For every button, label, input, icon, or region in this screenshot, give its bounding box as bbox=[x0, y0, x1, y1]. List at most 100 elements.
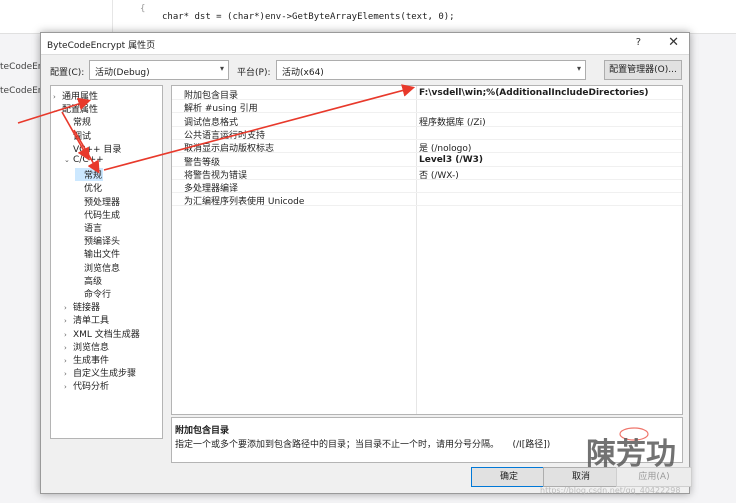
tree-item[interactable]: VC++ 目录 bbox=[64, 142, 121, 155]
tree-item[interactable]: › 通用属性 bbox=[53, 89, 98, 102]
platform-select-value: 活动(x64) bbox=[282, 68, 324, 78]
property-row[interactable]: 将警告视为错误 否 (/WX-) bbox=[172, 167, 682, 181]
tree-item-label: 浏览信息 bbox=[84, 263, 121, 274]
property-name: 解析 #using 引用 bbox=[184, 104, 258, 115]
config-select-value: 活动(Debug) bbox=[95, 68, 150, 78]
tree-item-label: XML 文档生成器 bbox=[73, 329, 140, 340]
tree-item[interactable]: ⌄ 配置属性 bbox=[53, 102, 98, 115]
chevron-right-icon[interactable]: › bbox=[64, 383, 73, 391]
property-row[interactable]: 警告等级 Level3 (/W3) bbox=[172, 154, 682, 168]
property-row[interactable]: 多处理器编译 bbox=[172, 180, 682, 195]
property-value[interactable]: Level3 (/W3) bbox=[419, 155, 483, 165]
tree-item-label: 通用属性 bbox=[62, 92, 99, 102]
chevron-right-icon[interactable]: › bbox=[64, 357, 73, 365]
property-row[interactable]: 解析 #using 引用 bbox=[172, 100, 682, 115]
tree-item-label: 调试 bbox=[73, 131, 92, 142]
tree-item[interactable]: 常规 bbox=[64, 115, 91, 128]
tree-item[interactable]: 命令行 bbox=[75, 287, 111, 300]
property-name: 将警告视为错误 bbox=[184, 170, 248, 181]
platform-label: 平台(P): bbox=[237, 68, 271, 78]
tree-item-label: 链接器 bbox=[73, 303, 101, 314]
property-value[interactable]: 程序数据库 (/Zi) bbox=[419, 115, 486, 128]
chevron-right-icon[interactable]: › bbox=[64, 304, 73, 312]
tree-item-label: 预编译头 bbox=[84, 237, 121, 248]
chevron-right-icon[interactable]: › bbox=[64, 317, 73, 325]
description-title: 附加包含目录 bbox=[175, 426, 230, 436]
tree-item-label: 常规 bbox=[84, 171, 103, 182]
tree-item[interactable]: › 链接器 bbox=[64, 300, 100, 313]
tree-item-label: C/C++ bbox=[73, 155, 104, 165]
configuration-manager-button[interactable]: 配置管理器(O)... bbox=[604, 60, 682, 80]
chevron-down-icon[interactable]: ⌄ bbox=[53, 106, 62, 114]
chevron-down-icon: ▾ bbox=[576, 64, 581, 73]
tree-item[interactable]: 输出文件 bbox=[75, 247, 120, 260]
tree-item-label: 代码分析 bbox=[73, 382, 110, 393]
author-stamp: 陳芳功 bbox=[582, 420, 712, 483]
property-grid: 附加包含目录 F:\vsdell\win;%(AdditionalIncludeD… bbox=[171, 85, 683, 415]
property-value[interactable]: 是 (/nologo) bbox=[419, 141, 471, 154]
tree-item-label: 优化 bbox=[84, 184, 103, 195]
tree-item[interactable]: › 浏览信息 bbox=[64, 340, 109, 353]
tree-item[interactable]: › 代码分析 bbox=[64, 379, 109, 392]
tree-item[interactable]: ⌄ C/C++ bbox=[64, 155, 104, 168]
chevron-right-icon[interactable]: › bbox=[64, 344, 73, 352]
code-line: char* dst = (char*)env->GetByteArrayElem… bbox=[162, 12, 455, 22]
tree-item[interactable]: 高级 bbox=[75, 274, 102, 287]
chevron-down-icon[interactable]: ⌄ bbox=[64, 156, 73, 164]
config-label: 配置(C): bbox=[50, 68, 85, 78]
svg-text:陳芳功: 陳芳功 bbox=[586, 437, 676, 472]
property-name: 取消显示启动版权标志 bbox=[184, 144, 275, 155]
tree-item-label: 常规 bbox=[73, 118, 92, 129]
watermark-text: https://blog.csdn.net/qq_40422298 bbox=[540, 486, 681, 495]
tree-item[interactable]: 语言 bbox=[75, 221, 102, 234]
chevron-right-icon[interactable]: › bbox=[64, 331, 73, 339]
tree-item[interactable]: 浏览信息 bbox=[75, 261, 120, 274]
help-button[interactable]: ? bbox=[636, 37, 641, 48]
ok-button[interactable]: 确定 bbox=[471, 467, 547, 487]
config-select[interactable]: 活动(Debug) ▾ bbox=[89, 60, 229, 80]
property-name: 附加包含目录 bbox=[184, 91, 239, 101]
tree-item-label: 命令行 bbox=[84, 290, 112, 300]
property-row[interactable]: 为汇编程序列表使用 Unicode bbox=[172, 193, 682, 208]
close-button[interactable]: ✕ bbox=[668, 35, 679, 50]
tree-item[interactable]: 预编译头 bbox=[75, 234, 120, 247]
tree-item[interactable]: 调试 bbox=[64, 129, 91, 142]
tree-item[interactable]: 代码生成 bbox=[75, 208, 120, 221]
property-name: 公共语言运行时支持 bbox=[184, 130, 266, 141]
code-editor-strip: { char* dst = (char*)env->GetByteArrayEl… bbox=[0, 0, 736, 34]
property-name: 警告等级 bbox=[184, 157, 221, 168]
tree-item[interactable]: 优化 bbox=[75, 181, 102, 194]
tree-item-label: 预处理器 bbox=[84, 197, 121, 208]
chevron-right-icon[interactable]: › bbox=[53, 93, 62, 101]
property-row[interactable]: 公共语言运行时支持 bbox=[172, 127, 682, 141]
tree-item[interactable]: 常规 bbox=[75, 168, 103, 182]
dialog-title: ByteCodeEncrypt 属性页 bbox=[47, 41, 156, 51]
property-value[interactable]: F:\vsdell\win;%(AdditionalIncludeDirecto… bbox=[419, 88, 649, 98]
code-brace: { bbox=[140, 4, 146, 14]
tree-item-label: VC++ 目录 bbox=[73, 144, 122, 155]
property-name: 多处理器编译 bbox=[184, 184, 239, 195]
config-toolbar: 配置(C): 活动(Debug) ▾ 平台(P): 活动(x64) ▾ 配置管理… bbox=[41, 57, 689, 83]
tree-item-label: 配置属性 bbox=[62, 105, 99, 116]
property-value[interactable]: 否 (/WX-) bbox=[419, 168, 459, 181]
chevron-right-icon[interactable]: › bbox=[64, 370, 73, 378]
tree-item[interactable]: › 清单工具 bbox=[64, 313, 109, 326]
stamp-logo-icon: 陳芳功 bbox=[586, 427, 676, 472]
tree-item[interactable]: › XML 文档生成器 bbox=[64, 327, 140, 340]
tree-item-label: 代码生成 bbox=[84, 210, 121, 221]
property-row[interactable]: 附加包含目录 F:\vsdell\win;%(AdditionalIncludeD… bbox=[172, 87, 682, 101]
tree-item-label: 生成事件 bbox=[73, 356, 110, 366]
tree-item-label: 浏览信息 bbox=[73, 342, 110, 353]
tree-item[interactable]: 预处理器 bbox=[75, 195, 120, 208]
tree-item-label: 高级 bbox=[84, 276, 103, 287]
tree-item-label: 输出文件 bbox=[84, 250, 121, 261]
property-row[interactable]: 调试信息格式 程序数据库 (/Zi) bbox=[172, 114, 682, 128]
platform-select[interactable]: 活动(x64) ▾ bbox=[276, 60, 586, 80]
chevron-down-icon: ▾ bbox=[219, 64, 224, 73]
tree-item-label: 语言 bbox=[84, 224, 103, 234]
property-name: 为汇编程序列表使用 Unicode bbox=[184, 197, 305, 208]
tree-item[interactable]: › 自定义生成步骤 bbox=[64, 366, 136, 379]
description-text: 指定一个或多个要添加到包含路径中的目录；当目录不止一个时，请用分号分隔。 (/I… bbox=[175, 440, 551, 450]
property-row[interactable]: 取消显示启动版权标志 是 (/nologo) bbox=[172, 140, 682, 155]
tree-item[interactable]: › 生成事件 bbox=[64, 353, 109, 366]
